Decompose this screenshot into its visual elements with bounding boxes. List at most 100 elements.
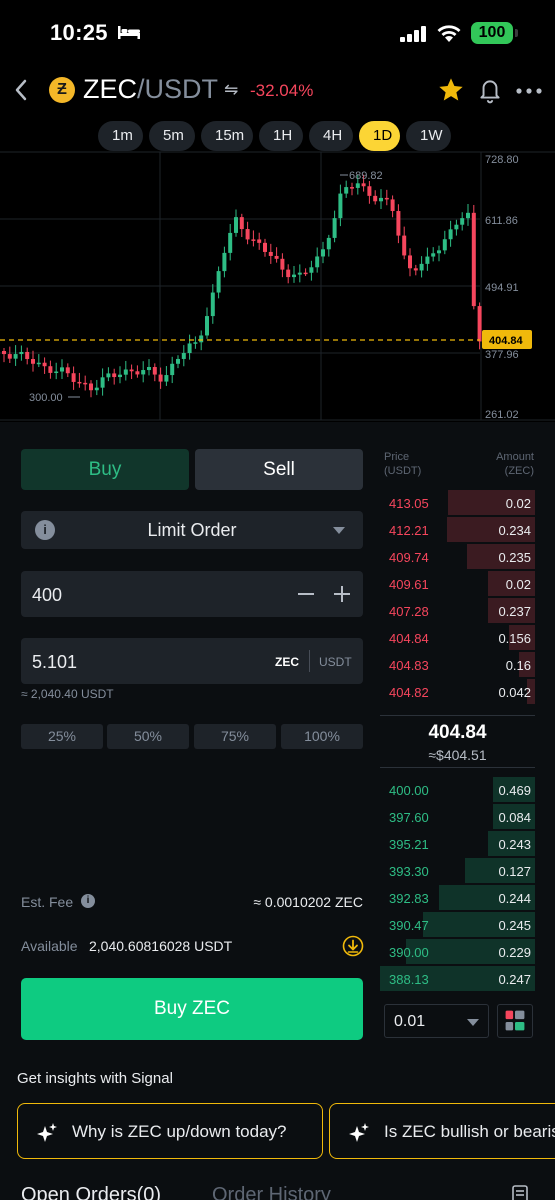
candle-down bbox=[83, 382, 88, 385]
ask-price: 404.82 bbox=[389, 685, 429, 700]
bid-row[interactable]: 390.47 0.245 bbox=[380, 912, 535, 939]
ask-row[interactable]: 412.21 0.234 bbox=[380, 517, 535, 544]
unit-toggle-zec[interactable]: ZEC bbox=[275, 655, 299, 669]
candle-up bbox=[355, 183, 360, 188]
candle-up bbox=[193, 342, 198, 344]
price-input[interactable]: 400 bbox=[21, 571, 363, 617]
bid-row[interactable]: 397.60 0.084 bbox=[380, 804, 535, 831]
ask-row[interactable]: 409.74 0.235 bbox=[380, 544, 535, 571]
depth-step-value: 0.01 bbox=[394, 1013, 426, 1030]
candle-down bbox=[471, 212, 476, 307]
candle-down bbox=[367, 186, 372, 196]
percent-100-button[interactable]: 100% bbox=[281, 724, 363, 749]
ask-row[interactable]: 409.61 0.02 bbox=[380, 571, 535, 598]
sell-tab[interactable]: Sell bbox=[195, 449, 363, 490]
deposit-icon[interactable] bbox=[342, 935, 364, 957]
swap-pair-icon[interactable]: ⇋ bbox=[224, 80, 238, 100]
candle-up bbox=[216, 271, 221, 293]
book-header-amount: Amount (ZEC) bbox=[496, 450, 534, 478]
fee-info-icon[interactable]: i bbox=[81, 894, 95, 908]
favorite-star-icon[interactable] bbox=[437, 76, 465, 104]
ask-row[interactable]: 404.82 0.042 bbox=[380, 679, 535, 706]
ask-row[interactable]: 413.05 0.02 bbox=[380, 490, 535, 517]
candle-down bbox=[402, 235, 407, 256]
mid-price[interactable]: 404.84 bbox=[380, 722, 535, 744]
order-type-select[interactable]: i Limit Order bbox=[21, 511, 363, 549]
bid-row[interactable]: 388.13 0.247 bbox=[380, 966, 535, 993]
timeframe-1w[interactable]: 1W bbox=[406, 121, 451, 151]
book-layout-icon[interactable] bbox=[497, 1004, 533, 1038]
candle-down bbox=[245, 229, 250, 240]
available-label: Available bbox=[21, 938, 78, 954]
candle-up bbox=[123, 369, 128, 375]
fee-label: Est. Fee bbox=[21, 894, 74, 910]
ask-amount: 0.234 bbox=[498, 523, 531, 538]
price-tick: 261.02 bbox=[485, 409, 519, 421]
tab-order-history[interactable]: Order History bbox=[212, 1184, 331, 1200]
ask-price: 407.28 bbox=[389, 604, 429, 619]
ask-row[interactable]: 404.84 0.156 bbox=[380, 625, 535, 652]
candle-up bbox=[164, 375, 169, 382]
bid-row[interactable]: 395.21 0.243 bbox=[380, 831, 535, 858]
percent-25-button[interactable]: 25% bbox=[21, 724, 103, 749]
order-type-label: Limit Order bbox=[147, 520, 237, 540]
timeframe-1h[interactable]: 1H bbox=[259, 121, 303, 151]
candle-up bbox=[54, 371, 59, 374]
ask-amount: 0.042 bbox=[498, 685, 531, 700]
depth-step-select[interactable]: 0.01 bbox=[384, 1004, 489, 1038]
timeframe-15m[interactable]: 15m bbox=[201, 121, 253, 151]
candlestick-chart[interactable]: 728.80 611.86 494.91 377.96 261.02 404.8… bbox=[0, 118, 555, 422]
fee-value: ≈ 0.0010202 ZEC bbox=[253, 894, 363, 910]
back-arrow-icon[interactable] bbox=[12, 76, 30, 104]
candle-up bbox=[228, 232, 233, 253]
candle-down bbox=[2, 351, 6, 355]
candle-down bbox=[286, 269, 291, 278]
book-header-amount-label: Amount bbox=[496, 451, 534, 463]
amount-input[interactable]: 5.101 ZEC USDT bbox=[21, 638, 363, 684]
ask-price: 409.74 bbox=[389, 550, 429, 565]
tab-open-orders[interactable]: Open Orders(0) bbox=[21, 1184, 161, 1200]
minus-icon[interactable] bbox=[298, 593, 314, 595]
timeframe-4h[interactable]: 4H bbox=[309, 121, 353, 151]
bid-row[interactable]: 393.30 0.127 bbox=[380, 858, 535, 885]
candle-down bbox=[251, 239, 256, 241]
status-bar: 10:25 100 bbox=[0, 0, 555, 62]
candle-down bbox=[263, 242, 267, 252]
more-options-icon[interactable] bbox=[516, 88, 542, 94]
unit-toggle-usdt[interactable]: USDT bbox=[319, 655, 352, 669]
trading-pair[interactable]: ZEC/USDT bbox=[83, 74, 218, 105]
candle-down bbox=[65, 367, 70, 374]
price-tick: 494.91 bbox=[485, 282, 519, 294]
signal-chip-text: Why is ZEC up/down today? bbox=[72, 1122, 287, 1141]
bid-row[interactable]: 390.00 0.229 bbox=[380, 939, 535, 966]
candle-up bbox=[147, 367, 151, 371]
bid-row[interactable]: 400.00 0.469 bbox=[380, 777, 535, 804]
percent-50-button[interactable]: 50% bbox=[107, 724, 189, 749]
timeframe-5m[interactable]: 5m bbox=[149, 121, 195, 151]
ask-row[interactable]: 404.83 0.16 bbox=[380, 652, 535, 679]
ask-price: 413.05 bbox=[389, 496, 429, 511]
submit-buy-button[interactable]: Buy ZEC bbox=[21, 978, 363, 1040]
bid-row[interactable]: 392.83 0.244 bbox=[380, 885, 535, 912]
candle-up bbox=[205, 316, 209, 336]
candle-up bbox=[100, 377, 105, 388]
percent-75-button[interactable]: 75% bbox=[194, 724, 276, 749]
document-icon[interactable] bbox=[510, 1184, 530, 1200]
signal-chip[interactable]: Is ZEC bullish or bearish? bbox=[329, 1103, 555, 1159]
ask-row[interactable]: 407.28 0.237 bbox=[380, 598, 535, 625]
signal-chip-text: Is ZEC bullish or bearish? bbox=[384, 1122, 555, 1141]
signal-chip[interactable]: Why is ZEC up/down today? bbox=[17, 1103, 323, 1159]
candle-up bbox=[234, 217, 238, 233]
candle-down bbox=[48, 366, 53, 373]
bid-price: 390.47 bbox=[389, 918, 429, 933]
candle-up bbox=[326, 237, 331, 250]
buy-tab[interactable]: Buy bbox=[21, 449, 189, 490]
timeframe-1d[interactable]: 1D bbox=[359, 121, 400, 151]
candle-down bbox=[280, 258, 285, 270]
approx-total: ≈ 2,040.40 USDT bbox=[21, 687, 114, 701]
bell-icon[interactable] bbox=[477, 76, 503, 104]
timeframe-1m[interactable]: 1m bbox=[98, 121, 143, 151]
candle-up bbox=[176, 358, 180, 364]
candle-up bbox=[292, 274, 296, 278]
chart-canvas[interactable]: 728.80 611.86 494.91 377.96 261.02 404.8… bbox=[0, 118, 555, 422]
